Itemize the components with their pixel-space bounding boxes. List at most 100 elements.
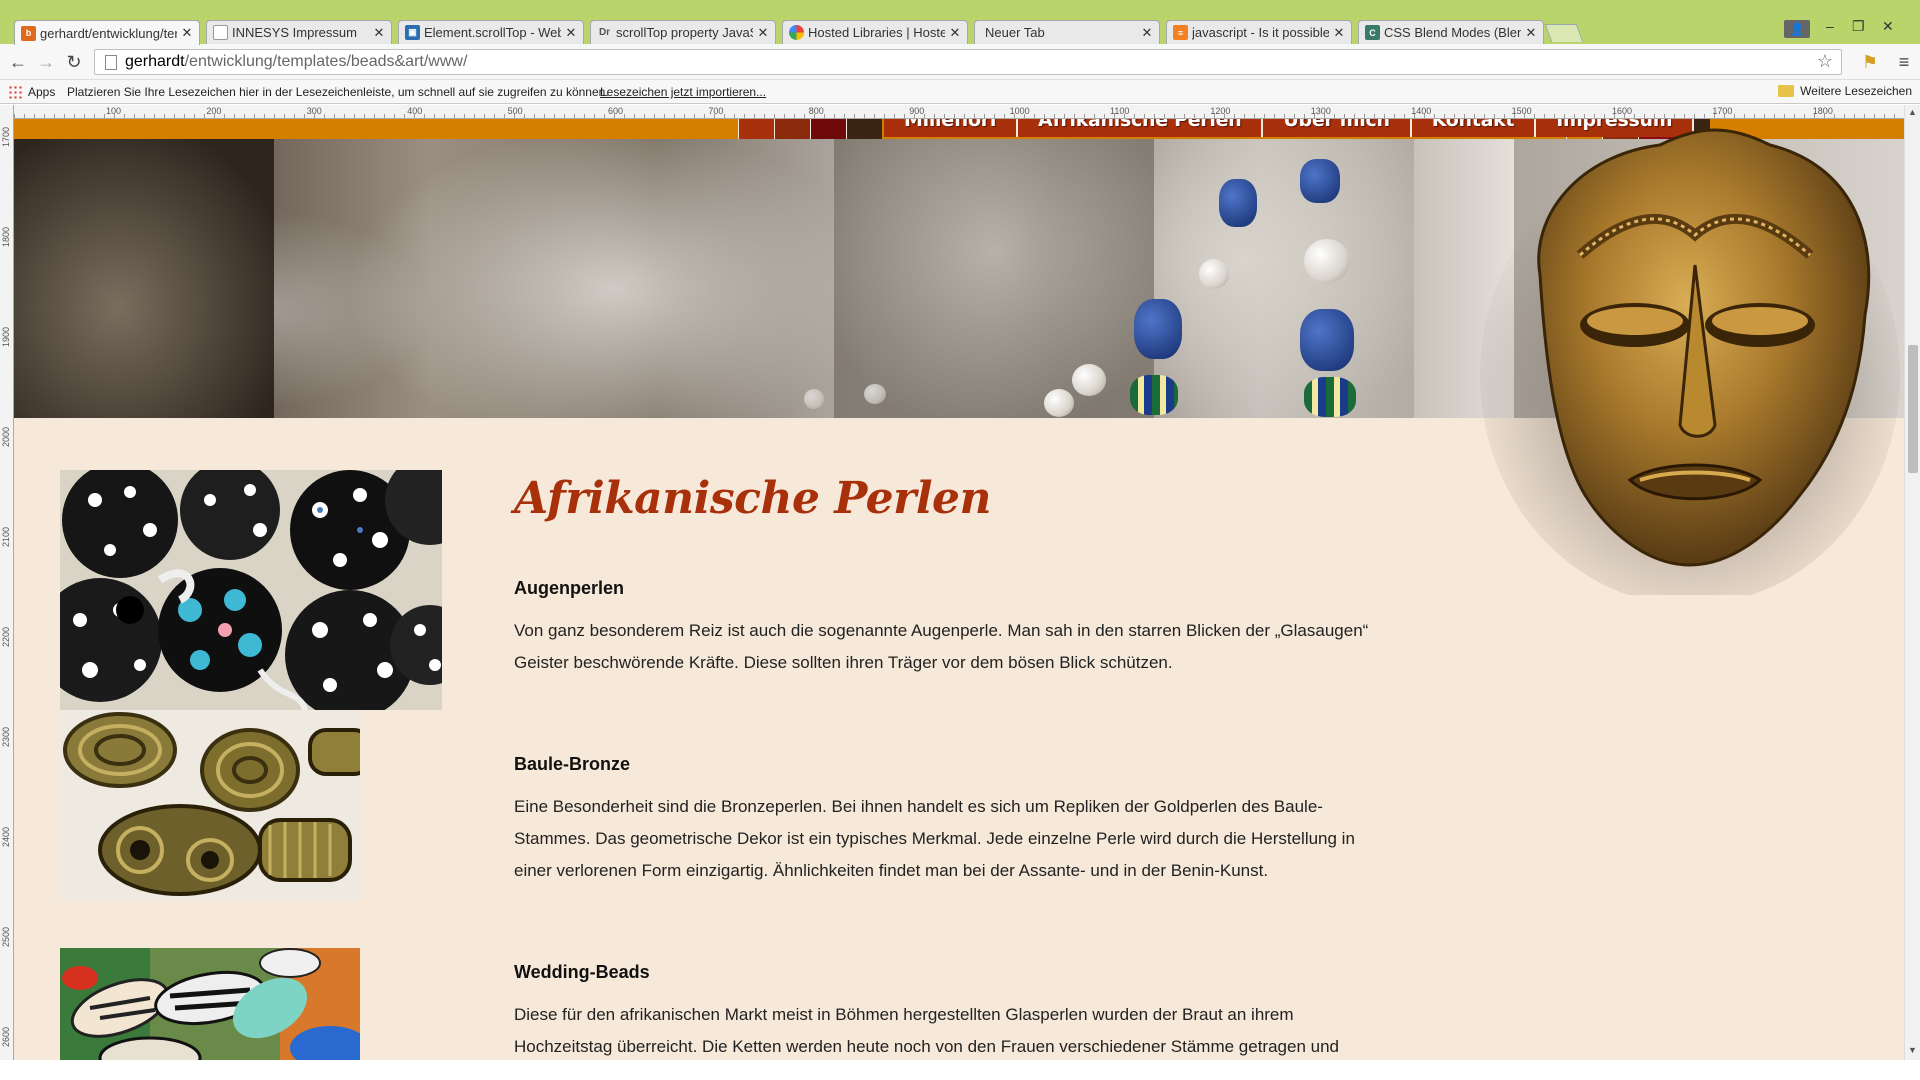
ruler-tick-label: 800 <box>808 106 824 116</box>
band-swatch <box>810 119 846 139</box>
other-bookmarks[interactable]: Weitere Lesezeichen <box>1778 84 1912 98</box>
new-tab-button[interactable] <box>1544 24 1584 42</box>
tab-close-icon[interactable]: ✕ <box>1141 25 1153 41</box>
browser-tab-strip: b gerhardt/entwicklung/tem ✕ INNESYS Imp… <box>0 0 1920 45</box>
bookmarks-bar: Apps Platzieren Sie Ihre Lesezeichen hie… <box>0 80 1920 104</box>
ruler-tick-label: 2000 <box>1 426 11 447</box>
ruler-tick-label: 1200 <box>1210 106 1231 116</box>
ruler-tick-label: 600 <box>608 106 624 116</box>
section-text-wedding-beads: Diese für den afrikanischen Markt meist … <box>514 1005 1339 1056</box>
tab-active[interactable]: b gerhardt/entwicklung/tem ✕ <box>14 20 200 45</box>
ruler-tick-label: 700 <box>708 106 724 116</box>
scroll-up-icon[interactable]: ▲ <box>1908 107 1917 117</box>
ruler-tick-label: 100 <box>106 106 122 116</box>
ruler-horizontal: 100 200 300 400 500 600 700 800 900 1000 1100 1200 1… <box>14 105 1920 119</box>
tab-title: gerhardt/entwicklung/tem <box>40 25 177 41</box>
tab-title: CSS Blend Modes (Blendi <box>1384 25 1521 40</box>
ruler-tick-label: 200 <box>206 106 222 116</box>
minimize-icon[interactable]: ‒ <box>1826 18 1834 34</box>
section-heading-wedding-beads: Wedding-Beads <box>514 962 650 982</box>
section-heading-baule-bronze: Baule-Bronze <box>514 754 631 774</box>
ruler-tick-label: 1500 <box>1511 106 1532 116</box>
band-swatch <box>738 119 774 139</box>
window-bottom <box>0 1060 1920 1080</box>
ruler-tick-label: 2500 <box>1 926 11 947</box>
ruler-tick-label: 500 <box>507 106 523 116</box>
ruler-vertical: 1700 1800 1900 2000 2100 2200 2300 2400 2500 2600 <box>0 105 14 1060</box>
page-title: Afrikanische Perlen <box>514 473 992 524</box>
page-scrollbar[interactable]: ▲ ▼ <box>1904 105 1920 1060</box>
import-bookmarks-link[interactable]: Lesezeichen jetzt importieren... <box>600 85 766 99</box>
folder-icon <box>1778 85 1795 97</box>
tab-close-icon[interactable]: ✕ <box>181 25 193 41</box>
ruler-tick-label: 2600 <box>1 1026 11 1047</box>
tab-close-icon[interactable]: ✕ <box>757 25 769 41</box>
tab-title: Hosted Libraries | Hoste <box>808 25 945 40</box>
apps-label: Apps <box>28 85 56 99</box>
ruler-tick-label: 1400 <box>1411 106 1432 116</box>
ruler-tick-label: 1900 <box>1 326 11 347</box>
tab-close-icon[interactable]: ✕ <box>373 25 385 41</box>
tab[interactable]: ≡ javascript - Is it possible to ✕ <box>1166 20 1352 44</box>
tab[interactable]: INNESYS Impressum ✕ <box>206 20 392 44</box>
band-swatch <box>774 119 810 139</box>
tab-title: javascript - Is it possible to <box>1192 25 1329 40</box>
apps-grid-icon <box>8 85 22 99</box>
mdn-icon: ▣ <box>405 25 420 40</box>
url-path: /entwicklung/templates/beads&art/www/ <box>184 53 468 70</box>
stackoverflow-icon: ≡ <box>1173 25 1188 40</box>
url-host: gerhardt <box>125 53 185 70</box>
tab-title: Neuer Tab <box>985 25 1045 40</box>
bronze-mask-image <box>1480 128 1900 595</box>
ruler-tick-label: 2300 <box>1 726 11 747</box>
tab-close-icon[interactable]: ✕ <box>1333 25 1345 41</box>
profile-icon[interactable]: 👤 <box>1784 20 1810 38</box>
bronze-beads-image <box>60 710 360 900</box>
ruler-tick-label: 2200 <box>1 626 11 647</box>
google-icon <box>789 25 804 40</box>
ruler-tick-label: 900 <box>909 106 925 116</box>
ruler-tick-label: 2100 <box>1 526 11 547</box>
section-text-baule-bronze: Eine Besonderheit sind die Bronzeperlen.… <box>514 797 1355 880</box>
apps-shortcut[interactable]: Apps <box>8 85 55 99</box>
other-bookmarks-label: Weitere Lesezeichen <box>1800 84 1912 98</box>
tab-title: Element.scrollTop - Web A <box>424 25 561 40</box>
window-close-icon[interactable]: ✕ <box>1882 18 1894 35</box>
menu-icon[interactable]: ≡ <box>1892 50 1916 74</box>
scroll-down-icon[interactable]: ▼ <box>1908 1045 1917 1055</box>
css-icon: C <box>1365 25 1380 40</box>
wedding-beads-image <box>60 948 360 1060</box>
address-bar[interactable]: gerhardt/entwicklung/templates/beads&art… <box>94 49 1842 75</box>
section-text-augenperlen: Von ganz besonderem Reiz ist auch die so… <box>514 621 1369 672</box>
ruler-tick-label: 1300 <box>1310 106 1331 116</box>
tab-close-icon[interactable]: ✕ <box>949 25 961 41</box>
back-icon[interactable]: ← <box>6 50 30 74</box>
scrollbar-thumb[interactable] <box>1908 345 1918 473</box>
ruler-tick-label: 1700 <box>1 126 11 147</box>
tab[interactable]: Hosted Libraries | Hoste ✕ <box>782 20 968 44</box>
eye-beads-image <box>60 470 442 710</box>
tab-close-icon[interactable]: ✕ <box>1525 25 1537 41</box>
ruler-tick-label: 1100 <box>1110 106 1130 116</box>
ruler-tick-label: 1800 <box>1812 106 1833 116</box>
browser-toolbar: ← → ↻ gerhardt/entwicklung/templates/bea… <box>0 44 1920 80</box>
bookmark-star-icon[interactable]: ☆ <box>1817 51 1833 72</box>
ruler-tick-label: 1800 <box>1 226 11 247</box>
dr-icon: Dr <box>598 27 611 38</box>
page-viewport[interactable]: 100 200 300 400 500 600 700 800 900 1000 1100 1200 1… <box>0 105 1920 1060</box>
forward-icon[interactable]: → <box>34 50 58 74</box>
page-icon <box>105 54 117 70</box>
page-icon <box>213 25 228 40</box>
tab[interactable]: C CSS Blend Modes (Blendi ✕ <box>1358 20 1544 44</box>
tab[interactable]: ▣ Element.scrollTop - Web A ✕ <box>398 20 584 44</box>
tab-close-icon[interactable]: ✕ <box>565 25 577 41</box>
tab[interactable]: Dr scrollTop property JavaSc ✕ <box>590 20 776 44</box>
reload-icon[interactable]: ↻ <box>62 50 86 74</box>
section-heading-augenperlen: Augenperlen <box>514 578 625 598</box>
tab[interactable]: Neuer Tab ✕ <box>974 20 1160 44</box>
site-favicon-icon: b <box>21 25 36 41</box>
extension-icon[interactable]: ⚑ <box>1858 50 1882 74</box>
ruler-tick-label: 1700 <box>1712 106 1733 116</box>
restore-icon[interactable]: ❐ <box>1852 18 1865 35</box>
tab-title: scrollTop property JavaSc <box>616 25 753 40</box>
